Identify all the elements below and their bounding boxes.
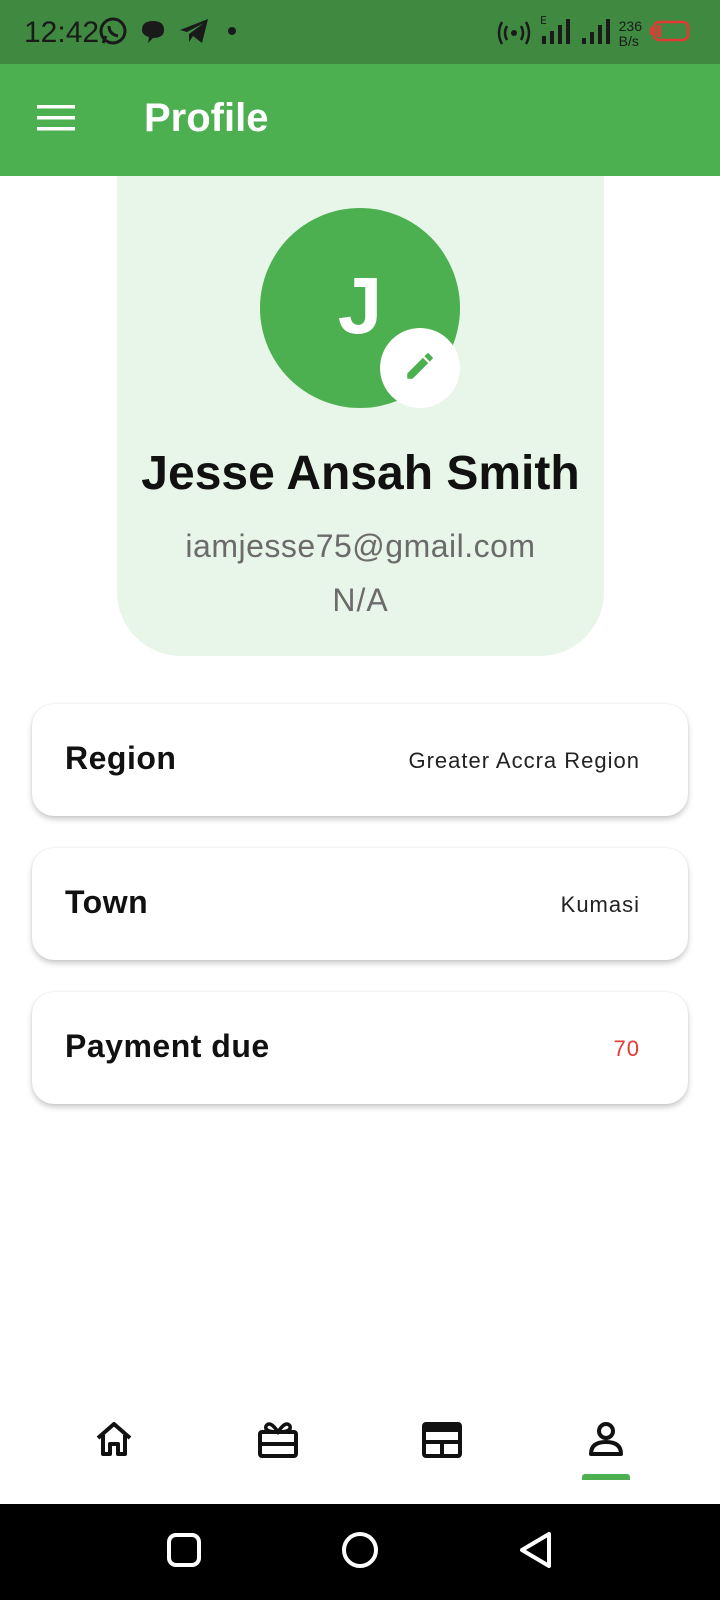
system-status-icons: E 236 B/s (497, 14, 692, 53)
signal-icon (579, 14, 611, 53)
region-label: Region (65, 740, 177, 776)
network-speed-unit: B/s (618, 32, 639, 49)
user-profile-icon (585, 1418, 627, 1465)
nav-gifts[interactable] (233, 1396, 323, 1486)
system-navigation-bar (0, 1504, 720, 1600)
recents-button[interactable] (158, 1526, 210, 1578)
bottom-navigation (0, 1380, 720, 1504)
profile-phone: N/A (332, 582, 389, 618)
status-time: 12:42 (24, 16, 100, 49)
region-row[interactable]: Region Greater Accra Region (32, 704, 688, 816)
ticket-calendar-icon (420, 1418, 464, 1465)
page-title: Profile (144, 96, 269, 140)
payment-due-label: Payment due (65, 1028, 270, 1064)
nav-home[interactable] (69, 1396, 159, 1486)
menu-button[interactable] (26, 94, 86, 146)
profile-header-card: J Jesse Ansah Smith iamjesse75@gmail.com… (117, 176, 604, 656)
back-triangle-icon (517, 1530, 555, 1575)
town-label: Town (65, 884, 149, 920)
town-value: Kumasi (560, 892, 640, 917)
profile-email: iamjesse75@gmail.com (185, 528, 536, 564)
nav-events[interactable] (397, 1396, 487, 1486)
back-button[interactable] (510, 1526, 562, 1578)
edit-avatar-button[interactable] (380, 328, 460, 408)
signal-e-icon: E (539, 14, 571, 53)
telegram-icon (178, 16, 210, 51)
region-value: Greater Accra Region (408, 748, 640, 773)
pencil-icon (403, 349, 437, 388)
nav-profile[interactable] (561, 1396, 651, 1486)
active-tab-indicator (582, 1474, 630, 1480)
hotspot-icon (497, 16, 531, 51)
svg-text:E: E (540, 14, 547, 27)
home-circle-icon (340, 1530, 380, 1575)
gift-box-icon (256, 1418, 300, 1465)
town-row[interactable]: Town Kumasi (32, 848, 688, 960)
dot-icon (220, 16, 244, 51)
home-system-button[interactable] (334, 1526, 386, 1578)
network-speed-value: 236 (618, 17, 642, 34)
payment-due-value: 70 (613, 1036, 640, 1061)
notification-icons (98, 16, 244, 51)
profile-name: Jesse Ansah Smith (141, 447, 580, 500)
status-bar: 12:42 E 236 B/s (0, 0, 720, 64)
home-icon (93, 1418, 135, 1465)
profile-screen: 12:42 E 236 B/s Profile J Jesse Ansah Sm… (0, 0, 720, 1600)
recents-square-icon (166, 1532, 202, 1573)
hamburger-menu-icon (37, 104, 75, 136)
avatar-initial: J (337, 261, 383, 350)
payment-due-row[interactable]: Payment due 70 (32, 992, 688, 1104)
whatsapp-icon (98, 16, 128, 51)
chat-bubble-icon (138, 16, 168, 51)
app-bar: Profile (0, 64, 720, 176)
battery-low-icon (650, 19, 692, 48)
network-speed: 236 B/s (618, 17, 642, 49)
